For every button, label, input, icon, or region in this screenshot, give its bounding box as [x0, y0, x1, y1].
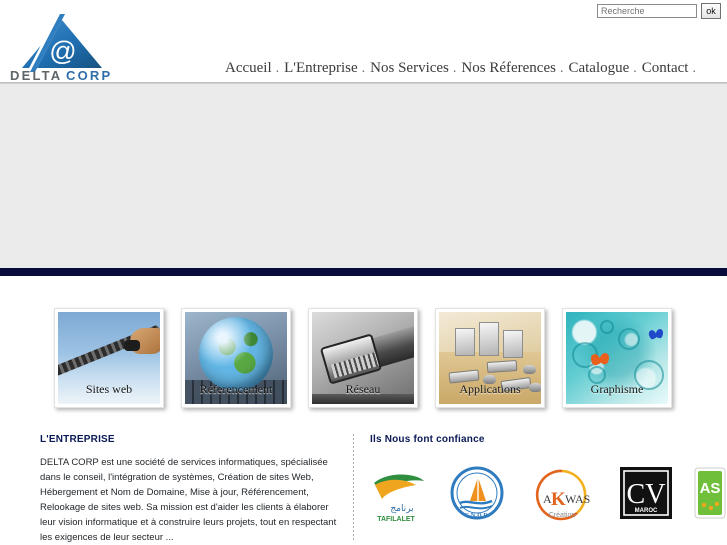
- service-card-reseau[interactable]: Réseau: [308, 308, 418, 408]
- keyboard-icon: [486, 359, 518, 374]
- service-card-graphisme[interactable]: Graphisme: [562, 308, 672, 408]
- service-cards: Sites web Réferencement Réseau Applicati…: [0, 308, 727, 412]
- akwas-logo-icon: A K WAS Création: [535, 469, 590, 521]
- service-card-referencement[interactable]: Réferencement: [181, 308, 291, 408]
- client-logo-cv-maroc[interactable]: CV MAROC: [618, 465, 674, 523]
- nav-separator: .: [275, 61, 280, 76]
- svg-text:MAROC: MAROC: [635, 508, 658, 514]
- tafilalet-logo-icon: برنامج TAFILALET: [374, 474, 424, 523]
- nav-separator: .: [633, 61, 637, 76]
- monitor-icon: [503, 330, 523, 358]
- client-logo-as[interactable]: AS: [690, 465, 727, 523]
- svg-text:WAS: WAS: [565, 492, 590, 506]
- delta-corp-logo-icon: @ DELTA CORP: [10, 12, 112, 82]
- company-column: L'ENTREPRISE DELTA CORP est une société …: [40, 434, 345, 545]
- service-image-sites-web: Sites web: [58, 312, 160, 404]
- search-submit-button[interactable]: ok: [701, 3, 721, 19]
- nav-item-entreprise[interactable]: L'Entreprise: [284, 60, 358, 77]
- svg-text:AS: AS: [700, 480, 721, 497]
- swirl-icon: [618, 328, 640, 350]
- nav-item-accueil[interactable]: Accueil: [225, 60, 272, 77]
- svg-text:K: K: [551, 489, 566, 510]
- svg-text:CV: CV: [627, 479, 666, 510]
- service-label: Graphisme: [590, 382, 644, 396]
- company-description: DELTA CORP est une société de services i…: [40, 457, 337, 543]
- client-logo-tafilalet[interactable]: برنامج TAFILALET: [372, 465, 428, 525]
- service-label: Réferencement: [199, 382, 273, 396]
- nav-item-nos-references[interactable]: Nos Réferences: [461, 60, 556, 77]
- nav-item-contact[interactable]: Contact: [642, 60, 689, 77]
- trust-section-title: Ils Nous font confiance: [370, 434, 485, 445]
- service-label: Réseau: [345, 382, 381, 396]
- client-logo-akwas[interactable]: A K WAS Création: [525, 465, 599, 525]
- hero-banner: [0, 84, 727, 268]
- svg-text:@: @: [49, 36, 76, 66]
- nav-item-nos-services[interactable]: Nos Services: [370, 60, 449, 77]
- nav-item-catalogue[interactable]: Catalogue: [568, 60, 629, 77]
- connector-pins-icon: [330, 352, 379, 379]
- svg-text:TAFILALET: TAFILALET: [377, 516, 415, 523]
- globe-icon: [199, 317, 273, 392]
- service-label: Sites web: [85, 382, 133, 396]
- nav-separator: .: [361, 61, 366, 76]
- main-navigation: Accueil . L'Entreprise . Nos Services . …: [225, 60, 725, 77]
- nav-separator: .: [559, 61, 564, 76]
- service-card-applications[interactable]: Applications: [435, 308, 545, 408]
- service-image-referencement: Réferencement: [185, 312, 287, 404]
- service-label: Applications: [459, 382, 521, 396]
- cv-maroc-logo-icon: CV MAROC: [620, 467, 672, 519]
- monitor-icon: [455, 328, 475, 356]
- company-section-title: L'ENTREPRISE: [40, 434, 115, 445]
- svg-text:برنامج: برنامج: [390, 504, 413, 514]
- as-logo-icon: AS: [694, 467, 726, 519]
- search-input[interactable]: [597, 4, 697, 18]
- monitor-icon: [479, 322, 499, 356]
- bottom-content: L'ENTREPRISE DELTA CORP est une société …: [0, 428, 727, 545]
- hero-banner-content: [0, 84, 727, 268]
- service-image-applications: Applications: [439, 312, 541, 404]
- nav-separator: .: [452, 61, 457, 76]
- service-card-sites-web[interactable]: Sites web: [54, 308, 164, 408]
- svg-text:Création: Création: [549, 512, 576, 519]
- rj45-plug-icon: [319, 333, 383, 385]
- client-logo-cndr[interactable]: C.N.D.R.: [448, 465, 506, 525]
- nav-separator: .: [692, 61, 696, 76]
- client-logos: برنامج TAFILALET C.N.D.R. A K WAS Créati…: [370, 465, 726, 527]
- search-form: ok: [597, 3, 721, 19]
- trust-column: Ils Nous font confiance برنامج TAFILALET: [370, 434, 726, 527]
- service-image-graphisme: Graphisme: [566, 312, 668, 404]
- svg-text:C.N.D.R.: C.N.D.R.: [464, 512, 490, 519]
- service-image-reseau: Réseau: [312, 312, 414, 404]
- hand-icon: [124, 328, 160, 354]
- svg-text:CORP: CORP: [66, 68, 112, 82]
- cndr-logo-icon: C.N.D.R.: [450, 466, 504, 520]
- column-divider: [353, 434, 354, 542]
- page-root: ok @ DELTA: [0, 0, 727, 545]
- mouse-icon: [523, 365, 536, 374]
- swirl-icon: [600, 320, 614, 334]
- site-header: @ DELTA CORP Accueil . L'Entreprise . No…: [0, 12, 727, 82]
- svg-text:DELTA: DELTA: [10, 68, 62, 82]
- accent-bar: [0, 268, 727, 276]
- site-logo[interactable]: @ DELTA CORP: [6, 10, 126, 82]
